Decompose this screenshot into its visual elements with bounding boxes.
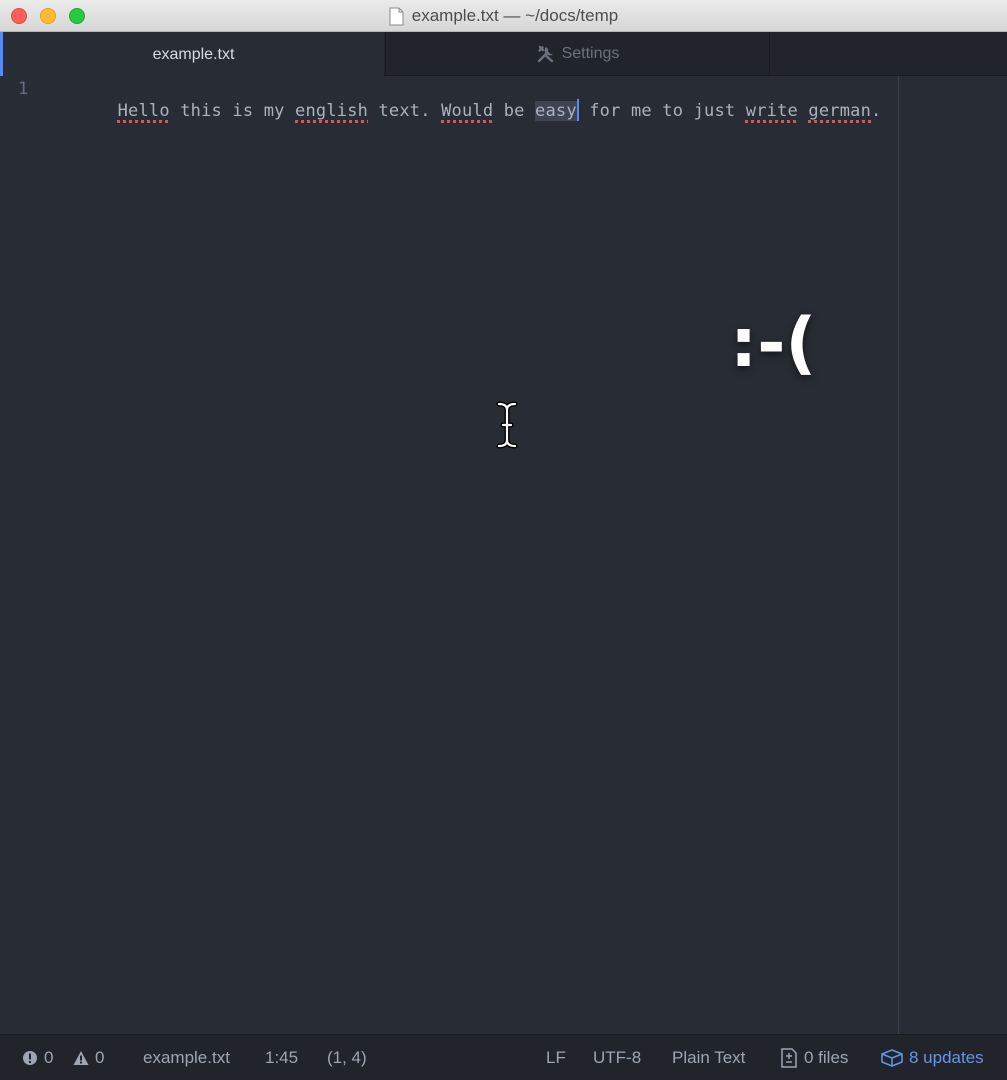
tab-settings[interactable]: Settings: [385, 32, 770, 76]
selected-word: easy: [535, 101, 577, 121]
word-segment: text.: [368, 101, 442, 121]
error-icon: [23, 1051, 37, 1065]
warning-icon: [73, 1051, 89, 1065]
error-count-text: 0: [44, 1048, 54, 1067]
file-encoding[interactable]: UTF-8: [593, 1035, 641, 1080]
tab-bar: example.txt Settings: [0, 32, 1007, 77]
text-editor[interactable]: 1 Hello this is my english text. Would b…: [0, 76, 1007, 1034]
document-icon: [389, 7, 404, 25]
warning-count-text: 0: [95, 1048, 105, 1067]
package-updates[interactable]: 8 updates: [881, 1035, 984, 1080]
updates-text: 8 updates: [909, 1048, 984, 1067]
tab-label: example.txt: [152, 45, 235, 63]
tab-example-txt[interactable]: example.txt: [0, 32, 384, 77]
git-files-text: 0 files: [804, 1048, 849, 1067]
cursor-position[interactable]: 1:45: [265, 1035, 298, 1080]
misspelled-word: german: [808, 101, 871, 121]
package-icon: [881, 1049, 903, 1067]
ibeam-cursor-icon: [496, 401, 518, 449]
line-number: 1: [18, 79, 29, 99]
word-segment: .: [871, 101, 882, 121]
diff-file-icon: [781, 1048, 797, 1068]
tools-icon: [537, 45, 553, 63]
editor-window: example.txt — ~/docs/temp example.txt Se…: [0, 0, 1007, 1080]
misspelled-word: Would: [441, 101, 494, 121]
status-bar: 0 0 example.txt 1:45 (1, 4) LF UTF-8 Pla…: [0, 1034, 1007, 1080]
grammar-selector[interactable]: Plain Text: [672, 1035, 745, 1080]
word-segment: be: [493, 101, 536, 121]
selection-count[interactable]: (1, 4): [327, 1035, 367, 1080]
window-title-group: example.txt — ~/docs/temp: [0, 0, 1007, 32]
error-count[interactable]: 0: [22, 1035, 53, 1080]
window-title: example.txt — ~/docs/temp: [411, 6, 619, 25]
word-segment: this is my: [169, 101, 296, 121]
misspelled-word: Hello: [117, 101, 170, 121]
warning-count[interactable]: 0: [73, 1035, 104, 1080]
wrap-guide: [898, 76, 899, 1034]
misspelled-word: english: [295, 101, 369, 121]
misspelled-word: write: [745, 101, 798, 121]
tab-label: Settings: [561, 45, 620, 62]
status-filename[interactable]: example.txt: [143, 1035, 230, 1080]
code-line[interactable]: Hello this is my english text. Would be …: [55, 79, 881, 141]
git-files[interactable]: 0 files: [780, 1035, 848, 1080]
word-segment: for me to just: [578, 101, 746, 121]
word-segment: [798, 101, 808, 121]
line-ending[interactable]: LF: [546, 1035, 566, 1080]
title-bar[interactable]: example.txt — ~/docs/temp: [0, 0, 1007, 32]
sad-face-overlay: :-(: [730, 304, 817, 383]
